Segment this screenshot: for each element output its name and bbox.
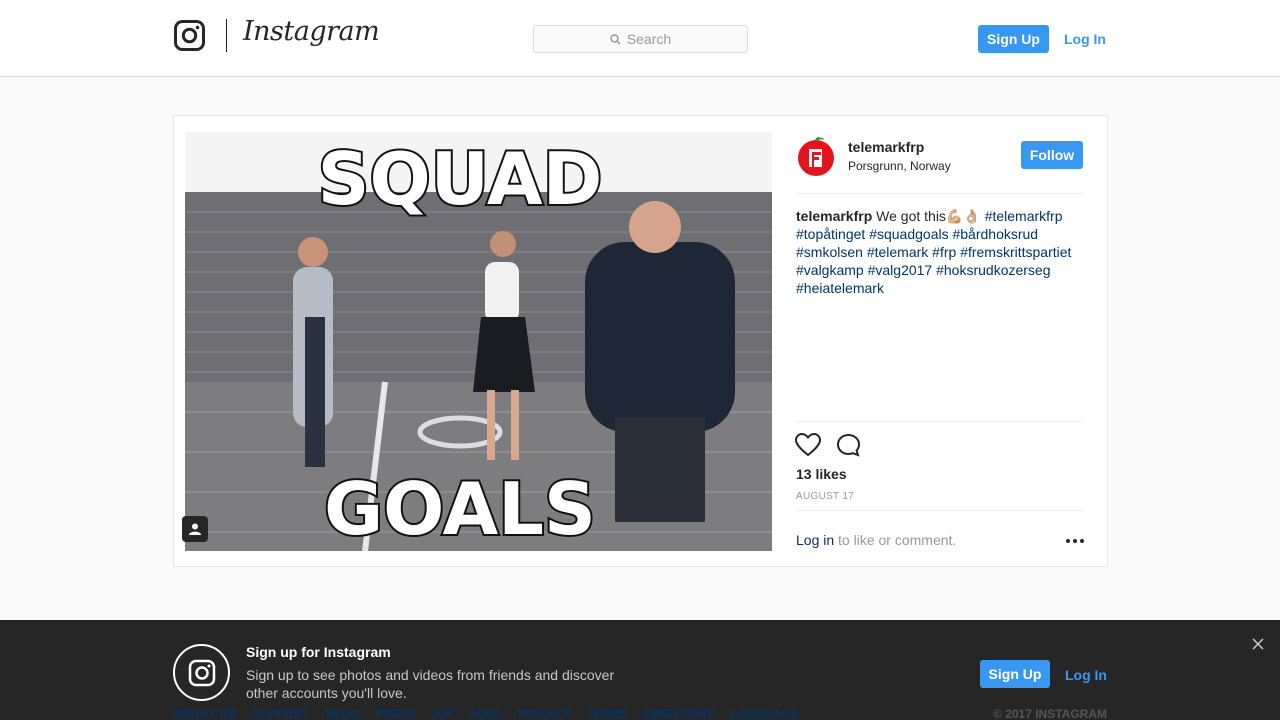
footer-link-support[interactable]: SUPPORT (252, 707, 310, 720)
instagram-camera-icon[interactable] (174, 20, 205, 51)
divider (796, 510, 1083, 511)
divider (796, 193, 1083, 194)
logo-separator (226, 19, 227, 52)
post-media[interactable]: SQUAD GOALS (174, 116, 772, 566)
post-caption: telemarkfrp We got this💪🏼👌🏼 #telemarkfrp… (796, 207, 1086, 297)
instagram-camera-icon (173, 644, 230, 701)
instagram-wordmark[interactable]: Instagram (243, 16, 380, 47)
footer-link-directory[interactable]: DIRECTORY (644, 707, 714, 720)
user-tag-icon[interactable] (182, 516, 208, 542)
likes-count[interactable]: 13 likes (796, 466, 847, 482)
caption-username[interactable]: telemarkfrp (796, 208, 872, 224)
hashtag-link[interactable]: #heiatelemark (796, 280, 884, 296)
hashtag-link[interactable]: #telemarkfrp (985, 208, 1063, 224)
footer-link-press[interactable]: PRESS (376, 707, 417, 720)
post-username[interactable]: telemarkfrp (848, 139, 924, 155)
copyright: © 2017 INSTAGRAM (993, 707, 1107, 720)
login-prompt: Log in to like or comment. (796, 532, 956, 548)
hashtag-link[interactable]: #smkolsen (796, 244, 863, 260)
hashtag-link[interactable]: #frp (932, 244, 956, 260)
footer-links: ABOUT US SUPPORT BLOG PRESS API JOBS PRI… (173, 707, 799, 720)
footer-link-jobs[interactable]: JOBS (469, 707, 502, 720)
comment-icon[interactable] (836, 433, 861, 457)
close-icon[interactable] (1251, 637, 1265, 651)
hashtag-link[interactable]: #fremskrittspartiet (960, 244, 1071, 260)
avatar[interactable] (796, 137, 836, 177)
hashtag-link[interactable]: #topåtinget (796, 226, 865, 242)
hashtag-link[interactable]: #squadgoals (869, 226, 948, 242)
hashtag-link[interactable]: #valgkamp (796, 262, 864, 278)
hashtag-link[interactable]: #telemark (867, 244, 928, 260)
footer-link-language[interactable]: LANGUAGE (730, 707, 799, 720)
search-input[interactable]: Search (533, 25, 748, 53)
banner-signup-button[interactable]: Sign Up (980, 660, 1050, 688)
post-photo[interactable]: SQUAD GOALS (185, 132, 772, 551)
heart-icon[interactable] (795, 433, 821, 457)
banner-title: Sign up for Instagram (246, 644, 391, 660)
banner-description: Sign up to see photos and videos from fr… (246, 667, 615, 701)
divider (796, 421, 1083, 422)
footer-link-about[interactable]: ABOUT US (173, 707, 236, 720)
follow-button[interactable]: Follow (1021, 141, 1083, 169)
hashtag-link[interactable]: #valg2017 (868, 262, 933, 278)
banner-login-link[interactable]: Log In (1065, 667, 1107, 683)
post-date[interactable]: AUGUST 17 (796, 491, 854, 502)
hashtag-link[interactable]: #bårdhoksrud (952, 226, 1038, 242)
hashtag-link[interactable]: #hoksrudkozerseg (936, 262, 1050, 278)
signup-banner: Sign up for Instagram Sign up to see pho… (0, 620, 1280, 720)
signup-button[interactable]: Sign Up (978, 25, 1049, 53)
search-placeholder: Search (626, 31, 672, 47)
photo-top-caption: SQUAD (318, 137, 603, 221)
caption-text: We got this💪🏼👌🏼 (872, 208, 985, 224)
post-sidebar: telemarkfrp Porsgrunn, Norway Follow tel… (772, 116, 1107, 566)
footer-link-terms[interactable]: TERMS (586, 707, 628, 720)
top-header: Instagram Search Sign Up Log In (0, 0, 1280, 77)
post-card: SQUAD GOALS telemarkfrp Porsgrunn, Norwa… (173, 115, 1108, 567)
footer-link-privacy[interactable]: PRIVACY (518, 707, 570, 720)
search-icon (610, 33, 621, 45)
more-options-icon[interactable] (1066, 534, 1084, 548)
post-location[interactable]: Porsgrunn, Norway (848, 159, 951, 173)
footer-link-api[interactable]: API (433, 707, 453, 720)
footer-link-blog[interactable]: BLOG (326, 707, 361, 720)
photo-bottom-caption: GOALS (324, 467, 596, 551)
login-to-like-link[interactable]: Log in (796, 532, 834, 548)
login-prompt-text: to like or comment. (834, 532, 957, 548)
login-link[interactable]: Log In (1064, 31, 1106, 47)
